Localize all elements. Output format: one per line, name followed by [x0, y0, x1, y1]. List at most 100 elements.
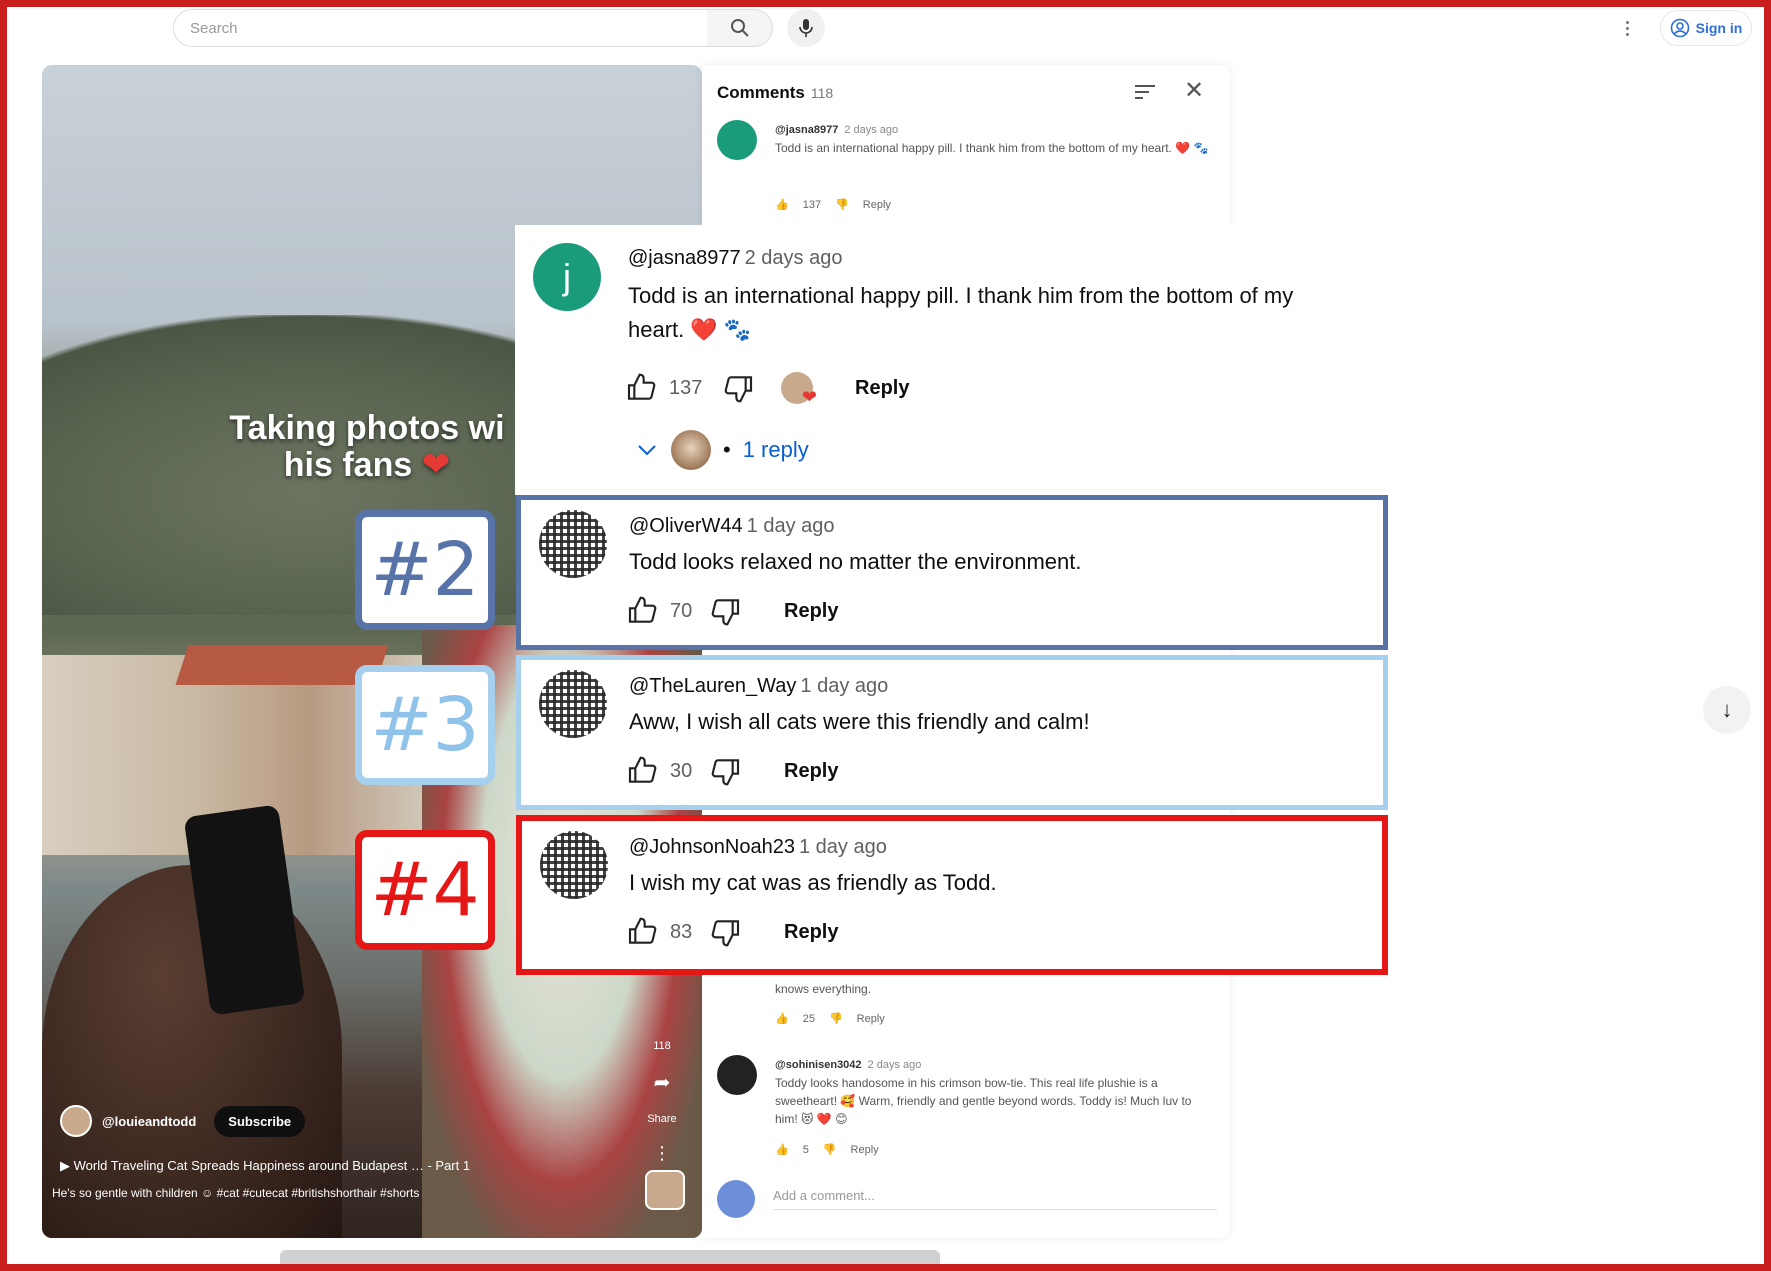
avatar[interactable] [717, 120, 757, 160]
channel-avatar[interactable] [60, 1105, 92, 1137]
comment-user[interactable]: @jasna8977 [628, 247, 741, 269]
search-icon [730, 19, 749, 37]
bottom-scrollbar[interactable] [280, 1250, 940, 1271]
list-item: @sohinisen3042 2 days ago Toddy looks han… [717, 1055, 1217, 1165]
replies-dot: • [723, 437, 731, 462]
list-item: @jasna8977 2 days ago Todd is an internat… [717, 120, 1217, 230]
like-count: 70 [670, 599, 693, 622]
comment-actions: 83 Reply [626, 916, 838, 948]
comment-user[interactable]: @JohnsonNoah23 [629, 836, 795, 858]
reply-button[interactable]: Reply [784, 760, 838, 783]
caption-line-2: his fans [283, 446, 413, 485]
like-icon[interactable] [626, 755, 658, 787]
label-tag-4: #4 [355, 830, 495, 950]
dislike-icon[interactable]: 👎 [829, 1012, 843, 1025]
reply-button[interactable]: Reply [851, 1144, 879, 1156]
comment-user[interactable]: @jasna8977 [775, 124, 838, 136]
highlight-box-2: @OliverW44 1 day ago Todd looks relaxed n… [516, 495, 1388, 650]
dislike-icon[interactable] [710, 595, 742, 627]
share-button[interactable]: ➦ Share [637, 1070, 687, 1125]
avatar[interactable] [539, 670, 607, 738]
comment-time: 2 days ago [844, 124, 899, 136]
avatar[interactable] [539, 510, 607, 578]
comment-time: 2 days ago [744, 247, 843, 269]
comment-header: @JohnsonNoah23 1 day ago [629, 836, 887, 859]
reply-button[interactable]: Reply [863, 199, 891, 211]
comments-title: Comments [717, 83, 805, 102]
channel-info: @louieandtodd Subscribe [60, 1105, 306, 1137]
comment-actions: 70 Reply [626, 595, 838, 627]
like-icon[interactable]: 👍 [775, 1012, 789, 1025]
sign-in-label: Sign in [1695, 20, 1743, 36]
comment-text: Todd is an international happy pill. I t… [628, 279, 1293, 347]
comment-actions: 137 ❤ Reply [625, 372, 909, 407]
like-icon[interactable] [626, 916, 658, 948]
voice-search-button[interactable] [787, 9, 825, 47]
avatar [717, 1180, 755, 1218]
comment-text-line-2: heart. ❤️ 🐾 [628, 317, 752, 342]
more-video-options-icon[interactable]: ⋮ [637, 1143, 687, 1164]
like-icon[interactable]: 👍 [775, 1143, 789, 1156]
like-icon[interactable] [626, 595, 658, 627]
view-replies-button[interactable]: • 1 reply [635, 430, 809, 470]
comment-body: @jasna8977 2 days ago Todd is an internat… [775, 120, 1215, 157]
comment-actions: 👍 25 👎 Reply [775, 1012, 885, 1026]
search-button[interactable] [707, 9, 773, 47]
like-icon[interactable]: 👍 [775, 198, 789, 211]
reply-button[interactable]: Reply [857, 1013, 885, 1025]
label-tag-2: #2 [355, 510, 495, 630]
dislike-icon[interactable]: 👎 [835, 198, 849, 211]
microphone-icon [799, 19, 813, 37]
search-placeholder: Search [190, 20, 238, 37]
label-tag-3: #3 [355, 665, 495, 785]
comment-text: Todd looks relaxed no matter the environ… [629, 549, 1082, 574]
comments-header: Comments 118 [717, 83, 833, 103]
channel-name[interactable]: @louieandtodd [102, 1114, 196, 1129]
list-item: @JohnsonNoah23 1 day ago I wish my cat wa… [522, 821, 1382, 969]
search-input[interactable]: Search [173, 9, 708, 47]
comment-header: @OliverW44 1 day ago [629, 515, 835, 538]
comment-user[interactable]: @OliverW44 [629, 515, 743, 537]
like-icon[interactable] [625, 372, 657, 404]
dislike-icon[interactable] [710, 916, 742, 948]
video-title[interactable]: ▶ World Traveling Cat Spreads Happiness … [60, 1158, 470, 1174]
comment-body: @sohinisen3042 2 days ago Toddy looks han… [775, 1055, 1215, 1128]
comment-time: 1 day ago [746, 515, 835, 537]
zoomed-top-comment: j @jasna8977 2 days ago Todd is an intern… [515, 225, 1385, 495]
video-frame-hair [42, 865, 342, 1238]
comment-text: Aww, I wish all cats were this friendly … [629, 709, 1090, 734]
next-video-button[interactable]: ↓ [1703, 686, 1751, 734]
like-count: 137 [802, 198, 822, 211]
reply-button[interactable]: Reply [855, 377, 909, 400]
avatar[interactable]: j [533, 243, 601, 311]
comment-body: knows everything. [775, 980, 1215, 998]
avatar [671, 430, 711, 470]
arrow-down-icon: ↓ [1721, 697, 1733, 722]
caption-line-1: Taking photos wi [229, 409, 505, 447]
reply-button[interactable]: Reply [784, 921, 838, 944]
sign-in-button[interactable]: Sign in [1660, 10, 1752, 46]
comment-header: @TheLauren_Way 1 day ago [629, 675, 888, 698]
comments-count: 118 [810, 85, 834, 101]
comment-user[interactable]: @sohinisen3042 [775, 1059, 862, 1071]
close-icon[interactable]: ✕ [1182, 79, 1206, 103]
video-title-text: World Traveling Cat Spreads Happiness ar… [73, 1158, 471, 1173]
dislike-icon[interactable]: 👎 [823, 1143, 837, 1156]
list-item: @TheLauren_Way 1 day ago Aww, I wish all … [521, 660, 1383, 805]
highlight-box-4: @JohnsonNoah23 1 day ago I wish my cat wa… [516, 815, 1388, 975]
dislike-icon[interactable] [710, 755, 742, 787]
comment-user[interactable]: @TheLauren_Way [629, 675, 796, 697]
sort-icon[interactable] [1134, 83, 1156, 101]
avatar[interactable] [540, 831, 608, 899]
like-count: 83 [670, 920, 693, 943]
avatar[interactable] [717, 1055, 757, 1095]
avatar-letter: j [563, 256, 571, 297]
subscribe-button[interactable]: Subscribe [214, 1105, 306, 1137]
reply-button[interactable]: Reply [784, 600, 838, 623]
more-options-icon[interactable] [1620, 14, 1634, 42]
add-comment-input[interactable]: Add a comment... [773, 1188, 1217, 1210]
dislike-icon[interactable] [723, 372, 755, 404]
add-comment[interactable]: Add a comment... [717, 1180, 1217, 1218]
chevron-down-icon [638, 445, 656, 456]
sound-thumbnail[interactable] [645, 1170, 685, 1210]
